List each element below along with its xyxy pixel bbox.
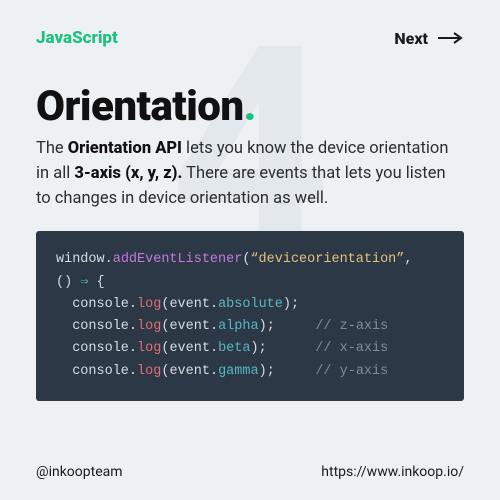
brand-label: JavaScript [36, 28, 118, 48]
code-token: console [72, 319, 129, 334]
page-title: Orientation. [36, 82, 464, 131]
code-token: log [137, 341, 161, 356]
code-comment: // z-axis [315, 319, 388, 334]
code-token: ); [283, 297, 299, 312]
code-token: “deviceorientation” [250, 252, 404, 267]
code-token: event [169, 364, 210, 379]
code-token: . [105, 252, 113, 267]
code-token: { [88, 275, 104, 290]
code-token: . [210, 297, 218, 312]
code-token: console [72, 341, 129, 356]
code-token: event [169, 297, 210, 312]
code-token: . [210, 364, 218, 379]
code-block: window.addEventListener(“deviceorientati… [36, 231, 464, 401]
code-token: log [137, 364, 161, 379]
code-token: ); [259, 364, 275, 379]
code-token [56, 319, 72, 334]
code-token [275, 364, 316, 379]
code-token: ); [250, 341, 266, 356]
desc-text: The [36, 139, 68, 158]
next-button[interactable]: Next [394, 29, 464, 48]
social-handle[interactable]: @inkoopteam [36, 464, 123, 480]
code-comment: // x-axis [315, 341, 388, 356]
code-token: console [72, 297, 129, 312]
code-token: window [56, 252, 105, 267]
code-comment: // y-axis [315, 364, 388, 379]
code-token: . [129, 319, 137, 334]
code-token: () [56, 275, 80, 290]
code-token: , [404, 252, 412, 267]
code-token: beta [218, 341, 250, 356]
code-token: log [137, 297, 161, 312]
desc-bold-api: Orientation API [68, 139, 182, 158]
code-token: alpha [218, 319, 259, 334]
code-token: console [72, 364, 129, 379]
desc-bold-axes: 3-axis (x, y, z). [74, 164, 182, 183]
code-token: absolute [218, 297, 283, 312]
code-token: gamma [218, 364, 259, 379]
code-token: . [129, 297, 137, 312]
title-dot-accent: . [244, 82, 256, 131]
code-token [267, 341, 316, 356]
description-paragraph: The Orientation API lets you know the de… [36, 137, 464, 211]
code-token: ); [259, 319, 275, 334]
code-token: . [129, 364, 137, 379]
code-token: event [169, 319, 210, 334]
header-bar: JavaScript Next [36, 28, 464, 48]
code-token: log [137, 319, 161, 334]
website-url[interactable]: https://www.inkoop.io/ [321, 464, 464, 480]
title-text: Orientation [36, 82, 244, 131]
next-label: Next [394, 29, 428, 48]
code-token [56, 341, 72, 356]
code-token [56, 297, 72, 312]
code-token: . [210, 319, 218, 334]
code-token: . [129, 341, 137, 356]
code-token: event [169, 341, 210, 356]
code-token: . [210, 341, 218, 356]
code-token: addEventListener [113, 252, 243, 267]
code-token [275, 319, 316, 334]
arrow-right-icon [438, 32, 464, 44]
footer-bar: @inkoopteam https://www.inkoop.io/ [36, 450, 464, 480]
code-token [56, 364, 72, 379]
